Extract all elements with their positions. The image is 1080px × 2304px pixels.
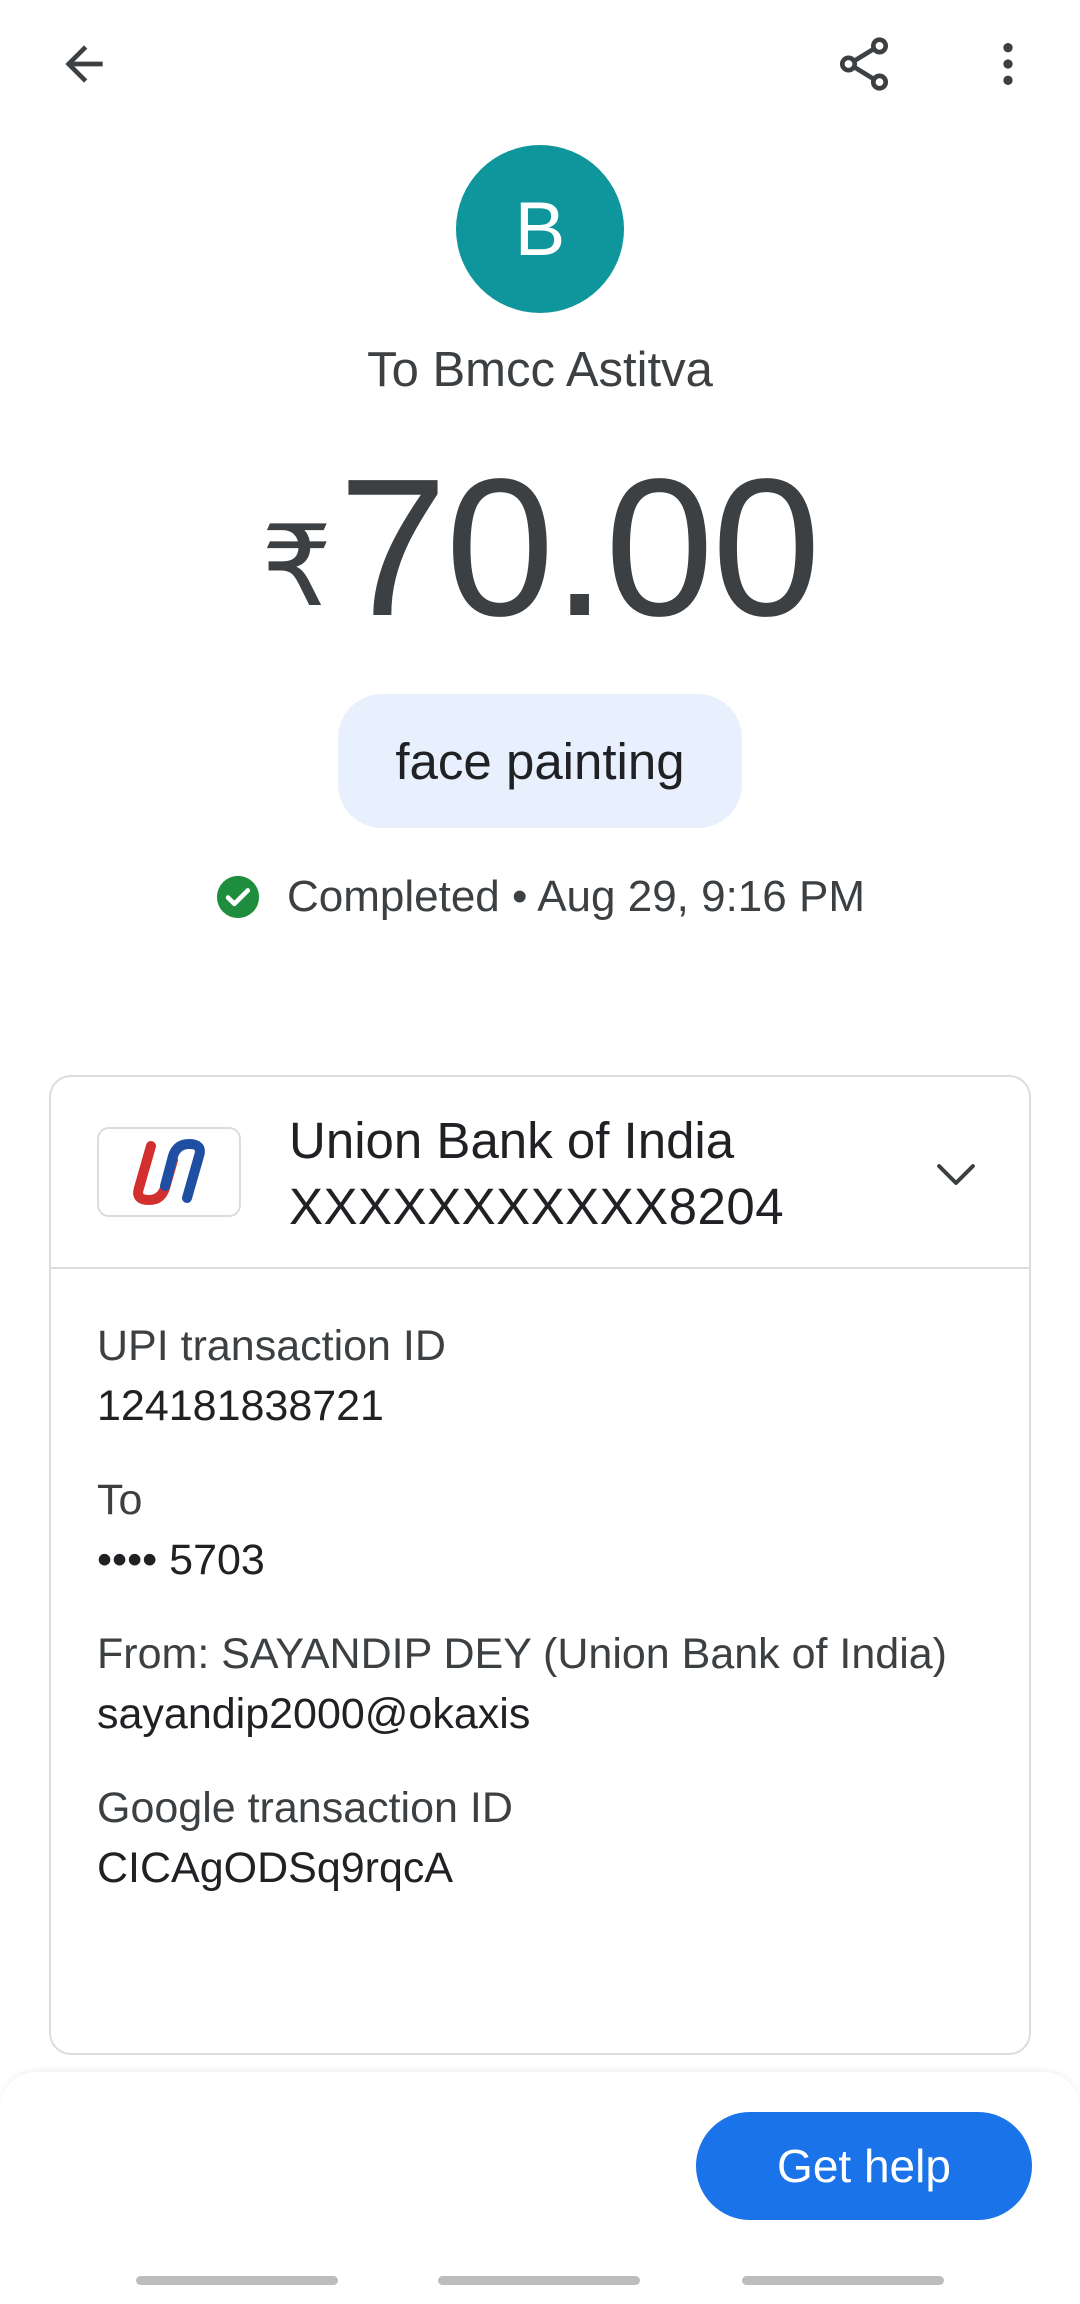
- chevron-down-icon: [937, 1164, 975, 1186]
- to-value: •••• 5703: [97, 1536, 265, 1584]
- payment-note: face painting: [338, 694, 742, 828]
- upi-transaction-id-value[interactable]: 124181838721: [97, 1375, 983, 1437]
- currency-symbol: ₹: [261, 504, 333, 629]
- payee-title: To Bmcc Astitva: [367, 343, 713, 397]
- upi-transaction-id: UPI transaction ID 124181838721: [97, 1317, 983, 1437]
- upi-transaction-id-label: UPI transaction ID: [97, 1322, 446, 1370]
- nav-indicator-right[interactable]: [742, 2276, 944, 2285]
- bank-account-number: XXXXXXXXXXX8204: [289, 1178, 785, 1235]
- transaction-details-card: Union Bank of India XXXXXXXXXXX8204 UPI …: [49, 1075, 1031, 2055]
- bank-account-row[interactable]: Union Bank of India XXXXXXXXXXX8204: [51, 1077, 1029, 1269]
- nav-indicator-center[interactable]: [438, 2276, 640, 2285]
- bank-logo: [97, 1127, 241, 1217]
- expand-button[interactable]: [911, 1129, 1001, 1219]
- to-account: To •••• 5703: [97, 1471, 983, 1591]
- more-vert-icon: [1003, 43, 1013, 85]
- status-text: Completed • Aug 29, 9:16 PM: [287, 872, 865, 921]
- payment-amount: ₹ 70.00: [0, 450, 1080, 646]
- check-circle-icon: [216, 875, 260, 919]
- avatar-letter: B: [514, 186, 566, 272]
- arrow-back-icon: [65, 45, 103, 83]
- payment-status: Completed • Aug 29, 9:16 PM: [0, 872, 1080, 922]
- transaction-details-list: UPI transaction ID 124181838721 To •••• …: [51, 1269, 1029, 1899]
- to-label: To: [97, 1476, 143, 1524]
- google-transaction-id-label: Google transaction ID: [97, 1784, 513, 1832]
- share-icon: [839, 37, 889, 91]
- more-options-button[interactable]: [960, 16, 1056, 112]
- amount-value: 70.00: [338, 438, 820, 657]
- from-account: From: SAYANDIP DEY (Union Bank of India)…: [97, 1625, 983, 1745]
- google-transaction-id: Google transaction ID CICAgODSq9rqcA: [97, 1779, 983, 1899]
- from-value: sayandip2000@okaxis: [97, 1690, 531, 1738]
- payee-avatar: B: [456, 145, 624, 313]
- get-help-button[interactable]: Get help: [696, 2112, 1032, 2220]
- bank-name: Union Bank of India: [289, 1112, 735, 1169]
- nav-indicator-left[interactable]: [136, 2276, 338, 2285]
- bottom-action-bar: Get help: [0, 2072, 1080, 2304]
- from-label: From: SAYANDIP DEY (Union Bank of India): [97, 1630, 947, 1678]
- back-button[interactable]: [36, 16, 132, 112]
- union-bank-logo-icon: [133, 1139, 205, 1205]
- transaction-details-screen: B To Bmcc Astitva ₹ 70.00 face painting …: [0, 0, 1080, 2304]
- google-transaction-id-value[interactable]: CICAgODSq9rqcA: [97, 1837, 983, 1899]
- share-button[interactable]: [816, 16, 912, 112]
